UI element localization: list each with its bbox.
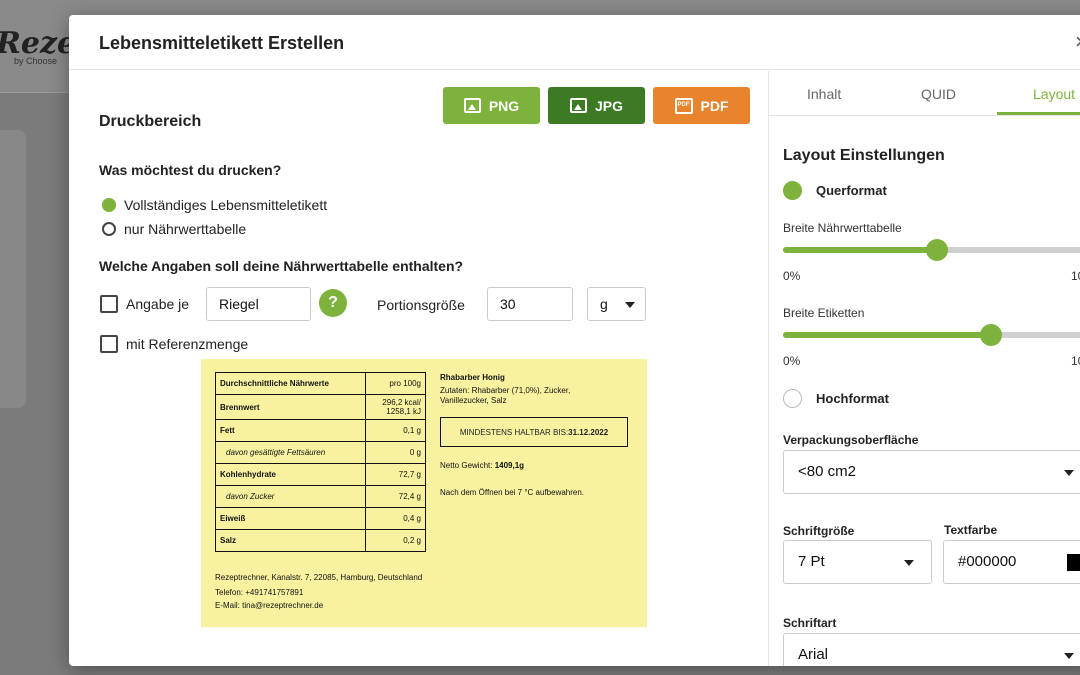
background-card <box>0 130 26 408</box>
tab-divider <box>769 115 1080 116</box>
email: E-Mail: tina@rezeptrechner.de <box>215 601 324 610</box>
packaging-label: Verpackungsoberfläche <box>783 433 919 447</box>
storage-instructions: Nach dem Öffnen bei 7 °C aufbewahren. <box>440 488 585 497</box>
font-size-select[interactable]: 7 Pt <box>783 540 932 584</box>
chevron-down-icon <box>1064 653 1074 659</box>
nutrient-name: Brennwert <box>215 394 366 420</box>
nutrient-value: 296,2 kcal/ 1258,1 kJ <box>364 394 427 420</box>
per-unit-checkbox[interactable] <box>100 295 118 313</box>
slider-thumb[interactable] <box>980 324 1002 346</box>
label-modal: Lebensmitteletikett Erstellen × Druckber… <box>69 15 1080 666</box>
nutrient-value: pro 100g <box>364 372 427 395</box>
settings-panel: Inhalt QUID Layout Layout Einstellungen … <box>768 71 1080 666</box>
image-icon <box>569 98 587 113</box>
table-row: Salz 0,2 g <box>215 529 427 552</box>
export-jpg-button[interactable]: JPG <box>548 87 645 124</box>
radio-unselected[interactable] <box>102 222 116 236</box>
print-area: Druckbereich PNG JPG PDF PDF Was möchtes… <box>69 71 767 666</box>
table-width-slider[interactable] <box>783 239 1080 261</box>
font-label: Schriftart <box>783 616 837 630</box>
unit-name-input[interactable]: Riegel <box>206 287 311 321</box>
nutrient-name: davon gesättigte Fettsäuren <box>215 441 366 464</box>
packaging-select[interactable]: <80 cm2 <box>783 450 1080 494</box>
address: Rezeptrechner, Kanalstr. 7, 22085, Hambu… <box>215 573 423 582</box>
slider-min: 0% <box>783 354 801 368</box>
help-icon[interactable]: ? <box>319 289 347 317</box>
app-logo-sub: by Choose <box>14 56 58 66</box>
radio-table-only[interactable]: nur Nährwerttabelle <box>102 221 246 237</box>
table-row: Durchschnittliche Nährwerte pro 100g <box>215 372 427 395</box>
nutrient-value: 72,7 g <box>364 463 427 486</box>
nutrient-value: 0,4 g <box>364 507 427 530</box>
slider-thumb[interactable] <box>926 239 948 261</box>
chevron-down-icon <box>625 302 635 308</box>
table-row: davon gesättigte Fettsäuren 0 g <box>215 441 427 464</box>
font-select[interactable]: Arial <box>783 633 1080 666</box>
nutrient-value: 0 g <box>364 441 427 464</box>
nutrient-name: Durchschnittliche Nährwerte <box>215 372 366 395</box>
radio-unselected[interactable] <box>783 389 802 408</box>
pdf-icon: PDF <box>674 97 693 114</box>
portion-size-input[interactable]: 30 <box>487 287 573 321</box>
modal-title: Lebensmitteletikett Erstellen <box>99 33 345 53</box>
modal-header: Lebensmitteletikett Erstellen × <box>69 15 1080 70</box>
layout-title: Layout Einstellungen <box>783 147 945 164</box>
per-unit-checkbox-row[interactable]: Angabe je <box>100 295 189 313</box>
slider-fill <box>783 332 991 338</box>
nutrient-name: Salz <box>215 529 366 552</box>
chevron-down-icon <box>1064 470 1074 476</box>
unit-select[interactable]: g <box>587 287 646 321</box>
table-row: Kohlenhydrate 72,7 g <box>215 463 427 486</box>
nutrition-table: Durchschnittliche Nährwerte pro 100g Brenn… <box>215 372 427 552</box>
nutrient-value: 0,1 g <box>364 419 427 442</box>
table-row: davon Zucker 72,4 g <box>215 485 427 508</box>
text-color-label: Textfarbe <box>944 523 998 537</box>
table-row: Fett 0,1 g <box>215 419 427 442</box>
close-icon[interactable]: × <box>1075 29 1080 55</box>
export-png-button[interactable]: PNG <box>443 87 540 124</box>
slider-max: 100 <box>1071 269 1080 283</box>
table-row: Eiweiß 0,4 g <box>215 507 427 530</box>
phone: Telefon: +491741757891 <box>215 588 304 597</box>
slider-fill <box>783 247 937 253</box>
active-tab-indicator <box>997 112 1080 115</box>
nutrient-name: davon Zucker <box>215 485 366 508</box>
table-width-label: Breite Nährwerttabelle <box>783 221 902 235</box>
chevron-down-icon <box>904 560 914 566</box>
nutrient-name: Kohlenhydrate <box>215 463 366 486</box>
font-size-label: Schriftgröße <box>783 524 855 538</box>
tab-inhalt[interactable]: Inhalt <box>807 86 841 102</box>
export-pdf-button[interactable]: PDF PDF <box>653 87 750 124</box>
reference-checkbox[interactable] <box>100 335 118 353</box>
net-weight: Netto Gewicht: 1409,1g <box>440 461 525 470</box>
landscape-option[interactable]: Querformat <box>783 181 887 200</box>
product-name: Rhabarber Honig <box>440 373 505 382</box>
tab-layout[interactable]: Layout <box>1033 86 1075 102</box>
nutrient-value: 0,2 g <box>364 529 427 552</box>
nutrient-name: Eiweiß <box>215 507 366 530</box>
section-title: Druckbereich <box>99 113 202 130</box>
nutrition-question: Welche Angaben soll deine Nährwerttabell… <box>99 258 464 274</box>
print-question: Was möchtest du drucken? <box>99 162 282 178</box>
radio-selected[interactable] <box>783 181 802 200</box>
label-width-slider[interactable] <box>783 324 1080 346</box>
portion-label: Portionsgröße <box>377 297 465 313</box>
reference-checkbox-row[interactable]: mit Referenzmenge <box>100 335 248 353</box>
radio-full-label[interactable]: Vollständiges Lebensmitteletikett <box>102 197 327 213</box>
best-before-box: MINDESTENS HALTBAR BIS: 31.12.2022 <box>440 417 628 447</box>
label-width-label: Breite Etiketten <box>783 306 865 320</box>
tab-quid[interactable]: QUID <box>921 86 956 102</box>
color-swatch[interactable] <box>1067 554 1080 571</box>
table-row: Brennwert 296,2 kcal/ 1258,1 kJ <box>215 394 427 420</box>
slider-min: 0% <box>783 269 801 283</box>
label-preview: Durchschnittliche Nährwerte pro 100g Brenn… <box>201 359 647 627</box>
nutrient-name: Fett <box>215 419 366 442</box>
portrait-option[interactable]: Hochformat <box>783 389 889 408</box>
ingredients: Zutaten: Rhabarber (71,0%), Zucker, Vani… <box>440 386 571 405</box>
text-color-input[interactable]: #000000 <box>943 540 1080 584</box>
slider-max: 100 <box>1071 354 1080 368</box>
radio-selected[interactable] <box>102 198 116 212</box>
nutrient-value: 72,4 g <box>364 485 427 508</box>
image-icon <box>463 98 481 113</box>
